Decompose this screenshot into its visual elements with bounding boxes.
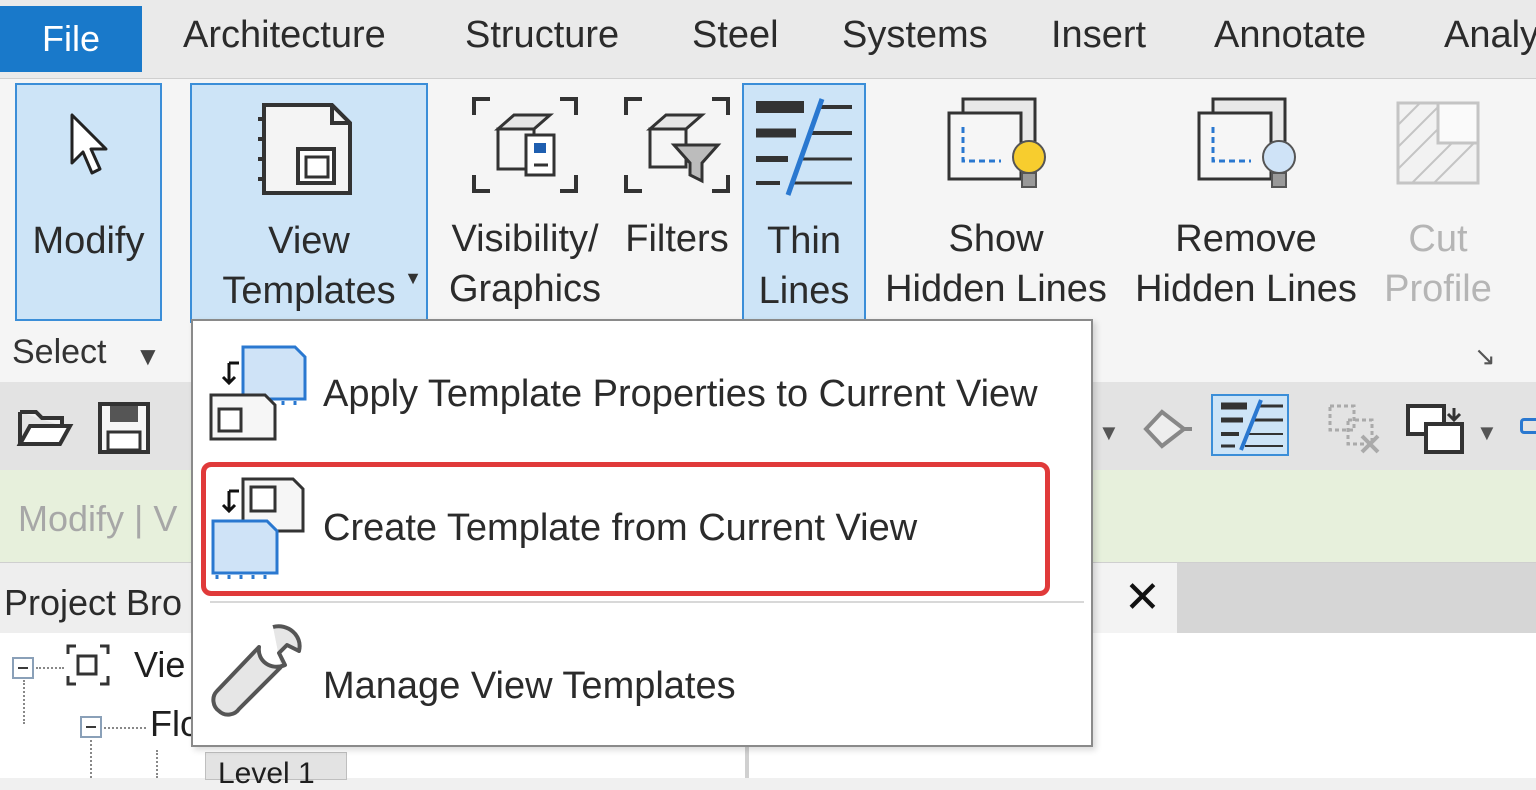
modify-label: Modify (32, 220, 145, 262)
thin-lines-icon (756, 98, 852, 196)
tree-connector (104, 727, 146, 729)
tab-insert[interactable]: Insert (1051, 14, 1146, 57)
visibility-graphics-label: Visibility/ Graphics (448, 218, 602, 310)
tree-connector (36, 667, 64, 669)
show-hidden-lines-button[interactable]: Show Hidden Lines (880, 83, 1112, 321)
tree-connector (156, 750, 158, 778)
tree-connector (23, 680, 25, 724)
filters-label: Filters (625, 218, 729, 260)
thin-lines-toggle[interactable] (1211, 394, 1289, 456)
tag-icon[interactable] (1140, 404, 1192, 454)
modify-button[interactable]: Modify (15, 83, 162, 321)
filter-funnel-icon (624, 97, 730, 193)
tab-steel[interactable]: Steel (692, 14, 779, 57)
save-icon[interactable] (96, 400, 152, 456)
panel-dialog-launcher-icon[interactable]: ↘ (1474, 341, 1496, 372)
tree-item-level-1-label: Level 1 (218, 757, 315, 790)
lightbulb-off-icon (1197, 97, 1296, 188)
dropdown-arrow-icon[interactable]: ▼ (1476, 420, 1498, 446)
cut-profile-icon (1396, 101, 1480, 185)
view-templates-button[interactable]: View Templates ▼ (190, 83, 428, 323)
view-cube-icon[interactable] (1520, 418, 1536, 434)
views-icon (66, 644, 110, 686)
menu-item-label: Manage View Templates (323, 665, 736, 707)
thin-lines-icon (1221, 399, 1283, 451)
tab-analyze[interactable]: Analy (1444, 14, 1536, 57)
chevron-down-icon[interactable]: ▼ (135, 341, 161, 372)
collapse-floor-plans-icon[interactable] (80, 716, 102, 738)
cut-profile-label: Cut Profile (1384, 218, 1492, 310)
close-icon[interactable]: ✕ (1124, 572, 1161, 623)
close-hidden-windows-icon[interactable] (1326, 402, 1384, 456)
highlight-annotation-box (201, 462, 1050, 596)
collapse-views-icon[interactable] (12, 657, 34, 679)
apply-template-icon (209, 345, 307, 441)
tree-connector (90, 740, 92, 778)
remove-hidden-lines-button[interactable]: Remove Hidden Lines (1130, 83, 1362, 321)
project-browser-title: Project Bro (4, 582, 183, 623)
thin-lines-button[interactable]: Thin Lines (742, 83, 866, 321)
filters-button[interactable]: Filters (622, 83, 732, 321)
file-tab[interactable]: File (0, 6, 142, 72)
dropdown-arrow-icon[interactable]: ▼ (1098, 420, 1120, 446)
lightbulb-on-icon (947, 97, 1046, 188)
switch-windows-icon[interactable] (1404, 402, 1466, 458)
options-bar-context-label: Modify | V (18, 498, 178, 539)
menu-item-label: Apply Template Properties to Current Vie… (323, 373, 1038, 415)
wrench-icon (211, 624, 302, 717)
tree-item-level-1[interactable]: Level 1 (205, 752, 347, 789)
remove-hidden-lines-label: Remove Hidden Lines (1135, 218, 1357, 310)
cursor-arrow-icon (70, 113, 107, 175)
view-templates-label: View Templates (222, 220, 396, 312)
menu-item-apply-template[interactable]: Apply Template Properties to Current Vie… (195, 327, 1089, 459)
visibility-graphics-icon (472, 97, 578, 193)
tab-systems[interactable]: Systems (842, 14, 988, 57)
tab-annotate[interactable]: Annotate (1214, 14, 1366, 57)
thin-lines-label: Thin Lines (758, 220, 850, 312)
show-hidden-lines-label: Show Hidden Lines (885, 218, 1107, 310)
tree-item-views[interactable]: Vie (134, 644, 185, 686)
menu-separator (210, 601, 1084, 603)
cut-profile-button[interactable]: Cut Profile (1378, 83, 1498, 321)
menu-item-manage-templates[interactable]: Manage View Templates (195, 611, 1089, 743)
dropdown-arrow-icon[interactable]: ▼ (404, 253, 422, 303)
tab-architecture[interactable]: Architecture (183, 14, 386, 57)
panel-select-label[interactable]: Select (12, 333, 107, 372)
view-template-icon (258, 103, 352, 195)
visibility-graphics-button[interactable]: Visibility/ Graphics (440, 83, 610, 321)
open-folder-icon[interactable] (16, 400, 74, 452)
tab-structure[interactable]: Structure (465, 14, 619, 57)
